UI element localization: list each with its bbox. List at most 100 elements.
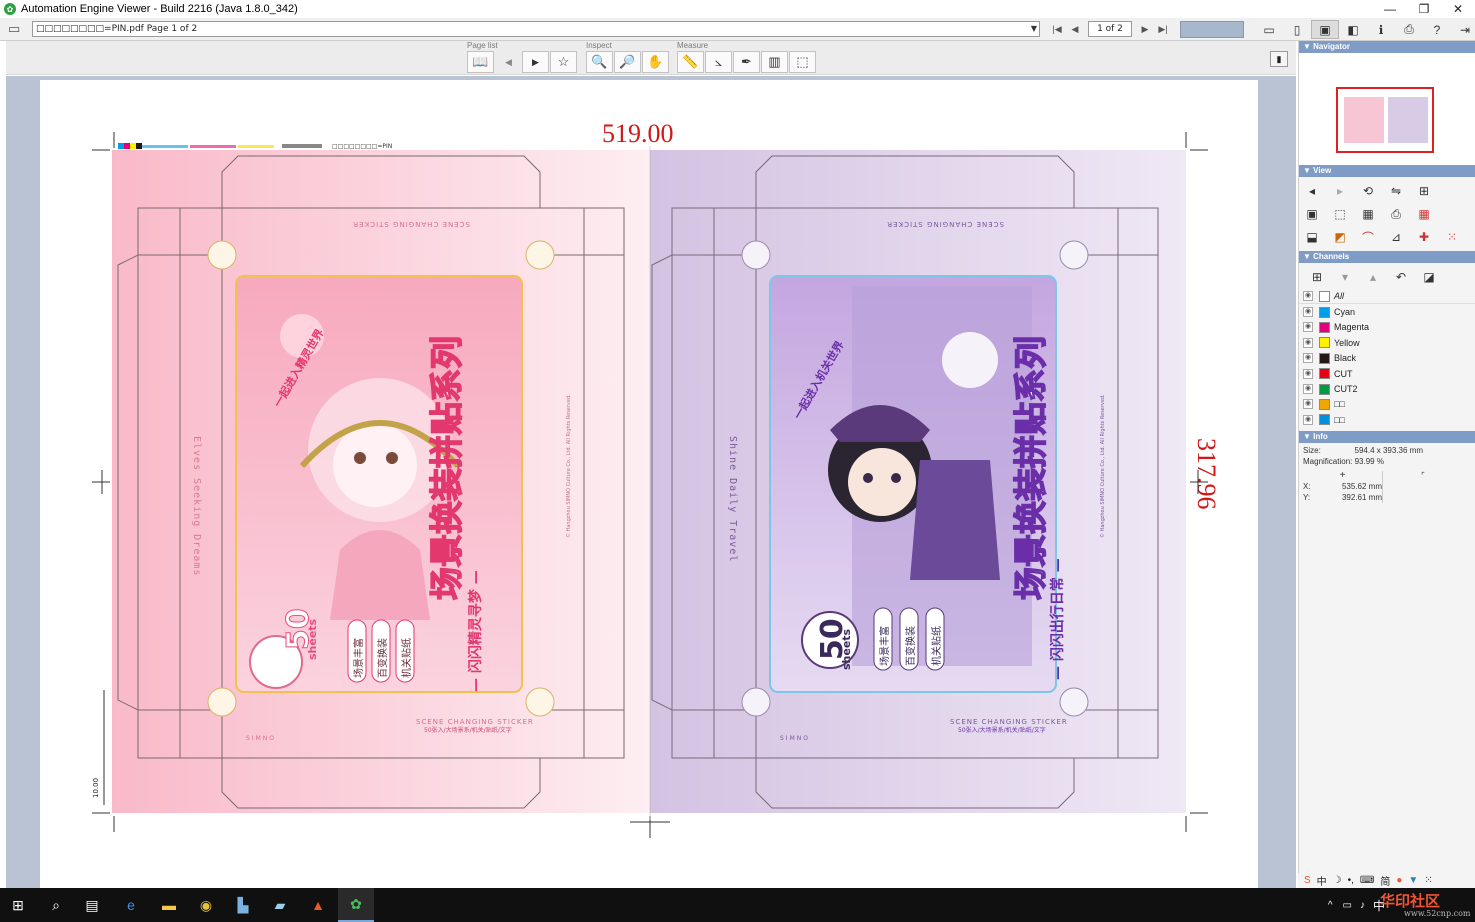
ime-keyboard-icon[interactable]: ⌨: [1360, 875, 1374, 886]
channel-toggle-icon[interactable]: ◪: [1415, 267, 1443, 287]
rotate-left-icon[interactable]: ◂: [1301, 181, 1323, 201]
next-page-icon[interactable]: ▶: [522, 51, 549, 73]
registration-icon[interactable]: ✚: [1413, 227, 1435, 247]
ime-language[interactable]: 中: [1317, 873, 1327, 888]
navigator-preview[interactable]: [1299, 53, 1475, 165]
eye-icon[interactable]: ◉: [1303, 368, 1313, 379]
channel-row[interactable]: ◉ Magenta: [1299, 320, 1475, 335]
select-area-icon[interactable]: ⬚: [789, 51, 816, 73]
navigator-header[interactable]: ▼ Navigator: [1299, 41, 1475, 53]
channel-row[interactable]: ◉ Cyan: [1299, 304, 1475, 319]
task-view-icon[interactable]: ▤: [74, 888, 110, 922]
channel-row[interactable]: ◉ Yellow: [1299, 335, 1475, 350]
hand-tool-icon[interactable]: ✋: [642, 51, 669, 73]
ruler-icon[interactable]: 📏: [677, 51, 704, 73]
next-page-icon[interactable]: ▶: [1136, 21, 1154, 37]
rotate-icon[interactable]: ⟲: [1357, 181, 1379, 201]
zoom-out-icon[interactable]: 🔎: [614, 51, 641, 73]
eye-icon[interactable]: ◉: [1303, 307, 1313, 318]
angle-icon[interactable]: ⦣: [705, 51, 732, 73]
ime-record-icon[interactable]: ●: [1396, 875, 1402, 886]
eye-icon[interactable]: ◉: [1303, 384, 1313, 395]
chevron-down-icon[interactable]: ▼: [1031, 22, 1037, 36]
minimize-button[interactable]: —: [1373, 0, 1407, 18]
edge-browser-icon[interactable]: e: [113, 888, 149, 922]
panel-view-icon[interactable]: ▣: [1311, 20, 1339, 39]
spread-view-icon[interactable]: ▯: [1283, 20, 1311, 39]
eye-icon[interactable]: ◉: [1303, 399, 1313, 410]
ime-punct-icon[interactable]: •,: [1348, 875, 1354, 886]
media-box-icon[interactable]: ▦: [1357, 204, 1379, 224]
zoom-in-icon[interactable]: 🔍: [586, 51, 613, 73]
help-icon[interactable]: ?: [1423, 20, 1451, 39]
ime-simplified[interactable]: 简: [1380, 873, 1390, 888]
open-folder-icon[interactable]: ▭: [8, 22, 24, 36]
rotate-right-icon[interactable]: ▸: [1329, 181, 1351, 201]
densitometer-icon[interactable]: ✒: [733, 51, 760, 73]
file-path-select[interactable]: □□□□□□□□=PIN.pdf Page 1 of 2 ▼: [32, 21, 1040, 37]
document-canvas[interactable]: □□□□□□□□=PIN 519.00 317.96 10.00 50 shee…: [6, 76, 1296, 888]
navigator-thumbnail[interactable]: [1336, 87, 1434, 153]
restore-button[interactable]: ❐: [1407, 0, 1441, 18]
single-page-icon[interactable]: ▭: [1255, 20, 1283, 39]
eye-icon[interactable]: ◉: [1303, 337, 1313, 348]
last-page-icon[interactable]: ▶|: [1154, 21, 1172, 37]
previous-page-icon[interactable]: ◀: [495, 51, 522, 73]
chart-icon[interactable]: ⊿: [1385, 227, 1407, 247]
channel-row[interactable]: ◉ CUT2: [1299, 381, 1475, 396]
ime-shirt-icon[interactable]: ▼: [1408, 875, 1418, 886]
page-field[interactable]: 1 of 2: [1088, 21, 1132, 37]
notepad-app-icon[interactable]: ▰: [262, 888, 298, 922]
ime-moon-icon[interactable]: ☽: [1333, 875, 1342, 886]
compare-icon[interactable]: ◧: [1339, 20, 1367, 39]
channel-row[interactable]: ◉ □□: [1299, 397, 1475, 412]
crop-box-icon[interactable]: ⬚: [1329, 204, 1351, 224]
channel-undo-icon[interactable]: ↶: [1387, 267, 1415, 287]
volume-icon[interactable]: ♪: [1360, 900, 1365, 911]
page-info-icon[interactable]: ⊞: [1413, 181, 1435, 201]
eye-icon[interactable]: ◉: [1303, 322, 1313, 333]
automation-engine-taskbar-icon[interactable]: ✿: [338, 888, 374, 922]
trim-box-icon[interactable]: ▣: [1301, 204, 1323, 224]
channel-down-icon[interactable]: ▾: [1331, 267, 1359, 287]
info-header[interactable]: ▼ Info: [1299, 430, 1475, 443]
channel-grid-icon[interactable]: ⊞: [1303, 267, 1331, 287]
channel-row[interactable]: ◉ CUT: [1299, 366, 1475, 381]
channel-row[interactable]: ◉ All: [1299, 289, 1475, 305]
ime-logo-icon[interactable]: S: [1304, 875, 1311, 886]
eye-icon[interactable]: ◉: [1303, 291, 1313, 302]
close-button[interactable]: ✕: [1441, 0, 1475, 18]
search-icon[interactable]: ⌕: [38, 888, 74, 922]
channel-up-icon[interactable]: ▴: [1359, 267, 1387, 287]
bookmark-star-icon[interactable]: ☆: [550, 51, 577, 73]
print-icon[interactable]: ⎙: [1395, 20, 1423, 39]
separations-icon[interactable]: ◩: [1329, 227, 1351, 247]
print-preview-icon[interactable]: ⎙: [1385, 204, 1407, 224]
info-icon[interactable]: ℹ: [1367, 20, 1395, 39]
eye-icon[interactable]: ◉: [1303, 353, 1313, 364]
start-button[interactable]: ⊞: [0, 888, 36, 922]
layers-icon[interactable]: ⬓: [1301, 227, 1323, 247]
ime-grid-icon[interactable]: ⁙: [1424, 875, 1432, 886]
channels-header[interactable]: ▼ Channels: [1299, 251, 1475, 263]
acrobat-app-icon[interactable]: ▲: [300, 888, 336, 922]
previous-page-icon[interactable]: ◀: [1066, 21, 1084, 37]
channel-row[interactable]: ◉ Black: [1299, 351, 1475, 366]
channel-row[interactable]: ◉ □□: [1299, 412, 1475, 427]
document-app-icon[interactable]: ▙: [225, 888, 261, 922]
file-explorer-icon[interactable]: ▬: [151, 888, 187, 922]
barcode-icon[interactable]: ▥: [761, 51, 788, 73]
exit-icon[interactable]: ⇥: [1451, 20, 1475, 39]
panel-toggle-button[interactable]: ▮: [1270, 51, 1288, 67]
page-list-icon[interactable]: 📖: [467, 51, 494, 73]
dots-icon[interactable]: ⁙: [1441, 227, 1463, 247]
grid-icon[interactable]: ▦: [1413, 204, 1435, 224]
view-header[interactable]: ▼ View: [1299, 165, 1475, 177]
zoom-field[interactable]: [1180, 21, 1244, 38]
flip-icon[interactable]: ⇋: [1385, 181, 1407, 201]
chrome-browser-icon[interactable]: ◉: [188, 888, 224, 922]
tray-chevron-icon[interactable]: ^: [1328, 900, 1333, 911]
eye-icon[interactable]: ◉: [1303, 414, 1313, 425]
curve-icon[interactable]: ⌒: [1357, 227, 1379, 247]
network-icon[interactable]: ▭: [1343, 900, 1352, 911]
